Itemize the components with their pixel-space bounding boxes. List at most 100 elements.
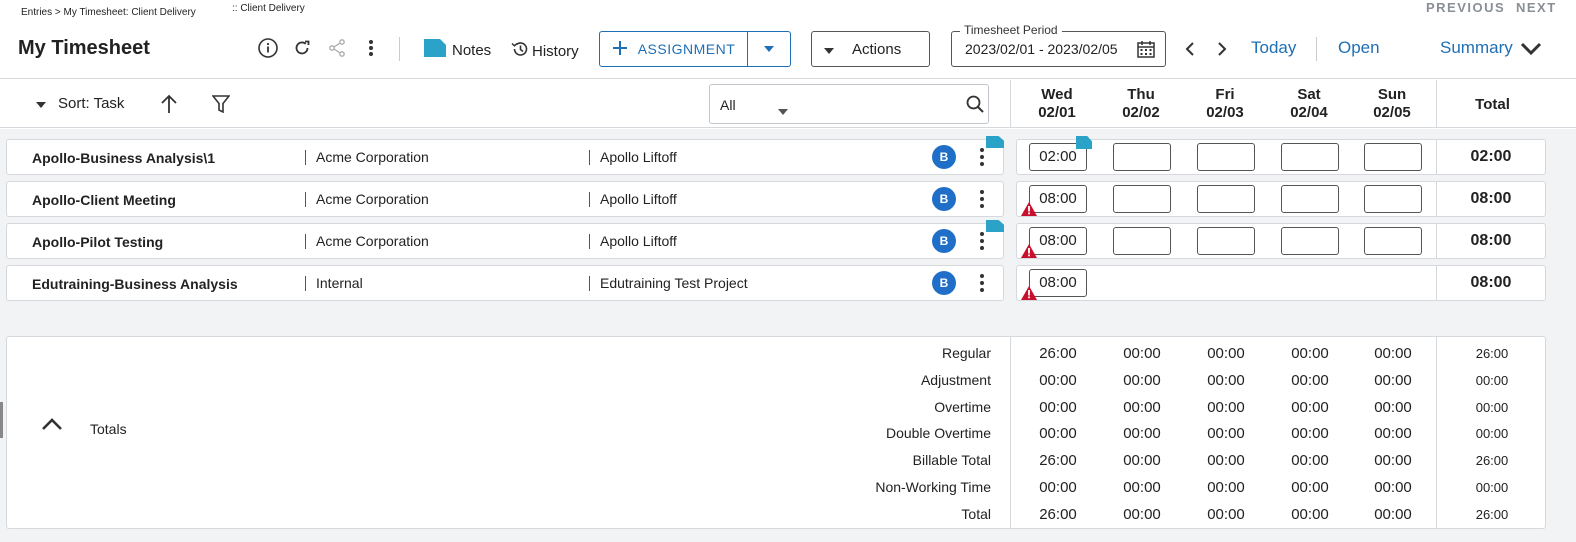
hours-input[interactable] xyxy=(1197,227,1255,255)
hours-input[interactable] xyxy=(1281,227,1339,255)
chevron-up-icon[interactable] xyxy=(41,417,63,436)
warning-icon[interactable] xyxy=(1021,202,1037,216)
totals-day-value: 00:00 xyxy=(1374,345,1412,362)
hours-input[interactable] xyxy=(1364,227,1422,255)
client-name: Acme Corporation xyxy=(305,150,429,165)
client-name: Acme Corporation xyxy=(305,234,429,249)
hours-input[interactable] xyxy=(1281,143,1339,171)
totals-label: Totals xyxy=(90,421,127,437)
search-icon[interactable] xyxy=(966,95,984,118)
history-label: History xyxy=(532,42,579,60)
notes-label: Notes xyxy=(452,41,492,59)
warning-icon[interactable] xyxy=(1021,244,1037,258)
billable-badge: B xyxy=(932,145,956,169)
previous-link[interactable]: PREVIOUS xyxy=(1426,0,1505,15)
toolbar-divider xyxy=(399,37,400,61)
plus-icon xyxy=(612,40,628,59)
timesheet-period-value: 2023/02/01 - 2023/02/05 xyxy=(965,41,1118,57)
side-handle[interactable] xyxy=(0,402,3,438)
totals-day-value: 00:00 xyxy=(1123,452,1161,470)
total-column-header: Total xyxy=(1436,80,1548,128)
day-column-header: Sat 02/04 xyxy=(1274,86,1344,122)
chevron-right-icon[interactable] xyxy=(1216,41,1228,62)
totals-divider xyxy=(1010,337,1011,528)
notes-button[interactable]: Notes xyxy=(424,39,491,61)
more-options-icon[interactable] xyxy=(359,36,383,60)
task-name[interactable]: Edutraining-Business Analysis xyxy=(32,276,238,292)
chevron-down-icon[interactable] xyxy=(1520,42,1542,61)
warning-icon[interactable] xyxy=(1021,286,1037,300)
totals-line-total: 00:00 xyxy=(1475,372,1509,388)
row-menu-icon[interactable] xyxy=(976,272,988,294)
totals-day-value: 00:00 xyxy=(1039,398,1077,416)
share-icon[interactable] xyxy=(325,36,349,60)
day-date: 02/01 xyxy=(1038,104,1076,121)
totals-line-label: Billable Total xyxy=(912,452,991,469)
note-icon xyxy=(424,39,446,61)
sort-direction-icon[interactable] xyxy=(160,94,178,119)
actions-dropdown[interactable]: Actions xyxy=(811,31,930,67)
calendar-icon[interactable] xyxy=(1137,40,1155,63)
hours-input[interactable] xyxy=(1364,143,1422,171)
next-link[interactable]: NEXT xyxy=(1516,0,1557,15)
caret-down-icon xyxy=(36,95,46,112)
totals-day-value: 00:00 xyxy=(1123,479,1161,496)
add-assignment-button[interactable]: ASSIGNMENT xyxy=(600,32,748,66)
totals-day-value: 00:00 xyxy=(1374,425,1412,443)
task-name[interactable]: Apollo-Business Analysis\1 xyxy=(32,150,215,166)
hours-input[interactable] xyxy=(1197,143,1255,171)
search-filter-value: All xyxy=(720,97,736,113)
totals-day-value: 00:00 xyxy=(1207,371,1245,389)
task-name[interactable]: Apollo-Client Meeting xyxy=(32,192,176,208)
project-name: Apollo Liftoff xyxy=(589,192,677,207)
hours-input[interactable] xyxy=(1364,185,1422,213)
hours-input[interactable] xyxy=(1281,185,1339,213)
assignment-dropdown-button[interactable] xyxy=(748,32,790,66)
hours-input[interactable]: 08:00 xyxy=(1029,185,1087,213)
hours-input[interactable] xyxy=(1197,185,1255,213)
totals-day-value: 26:00 xyxy=(1039,345,1077,362)
chevron-left-icon[interactable] xyxy=(1184,41,1196,62)
hours-input[interactable]: 08:00 xyxy=(1029,269,1087,297)
filter-icon[interactable] xyxy=(211,95,231,118)
hours-input[interactable] xyxy=(1113,185,1171,213)
totals-day-value: 00:00 xyxy=(1039,479,1077,496)
day-date: 02/03 xyxy=(1206,104,1244,121)
day-date: 02/05 xyxy=(1373,104,1411,121)
sort-label: Sort: Task xyxy=(58,95,125,112)
row-menu-icon[interactable] xyxy=(976,230,988,252)
today-link[interactable]: Today xyxy=(1251,38,1296,58)
hours-input[interactable] xyxy=(1113,143,1171,171)
day-name: Sat xyxy=(1297,86,1321,103)
totals-day-value: 00:00 xyxy=(1374,505,1412,523)
totals-day-value: 00:00 xyxy=(1291,505,1329,523)
totals-day-value: 00:00 xyxy=(1207,452,1245,470)
history-button[interactable]: History xyxy=(510,39,579,63)
row-menu-icon[interactable] xyxy=(976,188,988,210)
breadcrumb[interactable]: Entries > My Timesheet: Client Delivery xyxy=(21,7,196,18)
caret-down-icon[interactable] xyxy=(778,102,788,120)
hours-input[interactable]: 08:00 xyxy=(1029,227,1087,255)
row-total: 02:00 xyxy=(1436,139,1546,175)
hours-input[interactable] xyxy=(1113,227,1171,255)
timesheet-period-label: Timesheet Period xyxy=(960,23,1062,37)
totals-day-value: 00:00 xyxy=(1374,479,1412,496)
client-name: Acme Corporation xyxy=(305,192,429,207)
refresh-icon[interactable] xyxy=(290,36,314,60)
row-menu-icon[interactable] xyxy=(976,146,988,168)
timesheet-status: Open xyxy=(1338,38,1380,57)
sort-dropdown[interactable]: Sort: Task xyxy=(36,95,124,112)
info-icon[interactable] xyxy=(256,36,280,60)
totals-panel: Totals Regular 26:00 00:00 00:00 00:00 00:00 2… xyxy=(6,336,1546,529)
totals-day-value: 00:00 xyxy=(1123,425,1161,443)
day-name: Thu xyxy=(1127,86,1155,103)
billable-badge: B xyxy=(932,187,956,211)
search-filter-field[interactable]: All xyxy=(709,84,989,124)
totals-day-value: 00:00 xyxy=(1207,479,1245,496)
task-name[interactable]: Apollo-Pilot Testing xyxy=(32,234,163,250)
summary-toggle[interactable]: Summary xyxy=(1440,38,1513,58)
totals-day-value: 26:00 xyxy=(1039,505,1077,523)
project-name: Apollo Liftoff xyxy=(589,150,677,165)
assignment-split-button: ASSIGNMENT xyxy=(599,31,791,67)
totals-day-value: 00:00 xyxy=(1291,345,1329,362)
